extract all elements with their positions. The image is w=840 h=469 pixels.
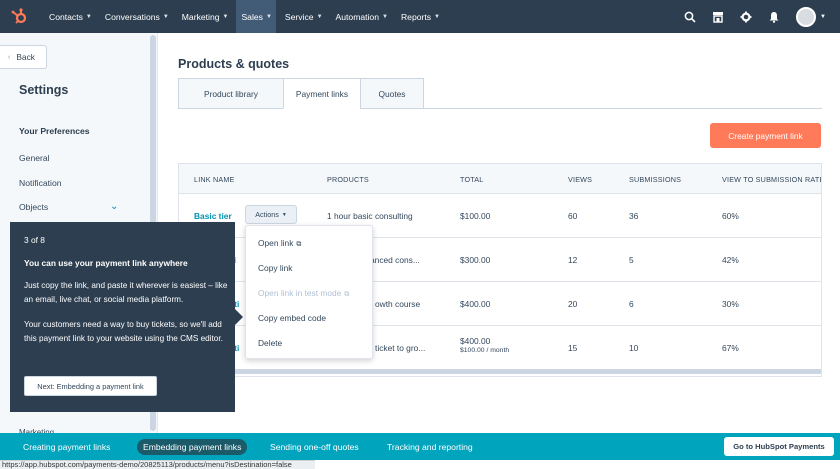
nav-right-tools: ▼ bbox=[676, 0, 840, 33]
recurring-total: $100.00 / month bbox=[460, 347, 510, 354]
nav-contacts[interactable]: Contacts ▼ bbox=[44, 0, 96, 33]
chevron-left-icon: ‹ bbox=[8, 53, 11, 61]
actions-dropdown-menu: Open link ⧉ Copy link Open link in test m… bbox=[245, 225, 373, 359]
sidebar-item-objects[interactable]: Objects bbox=[19, 202, 48, 212]
tab-product-library[interactable]: Product library bbox=[178, 78, 284, 109]
sidebar-title: Settings bbox=[19, 83, 69, 97]
submissions-cell: 10 bbox=[629, 343, 639, 353]
rate-cell: 60% bbox=[722, 211, 739, 221]
search-icon[interactable] bbox=[676, 0, 704, 33]
tooltip-title: You can use your payment link anywhere bbox=[24, 258, 188, 268]
chevron-down-icon: ▼ bbox=[85, 13, 92, 20]
menu-item-copy-link[interactable]: Copy link bbox=[258, 263, 292, 273]
submissions-cell: 6 bbox=[629, 299, 634, 309]
sidebar-section-title: Your Preferences bbox=[19, 126, 90, 136]
menu-item-delete[interactable]: Delete bbox=[258, 338, 282, 348]
tooltip-paragraph: Your customers need a way to buy tickets… bbox=[24, 320, 223, 343]
table-header: LINK NAME PRODUCTS TOTAL VIEWS SUBMISSIO… bbox=[179, 164, 821, 194]
chevron-down-icon[interactable]: ▼ bbox=[820, 14, 826, 20]
external-link-icon: ⧉ bbox=[296, 241, 302, 248]
nav-reports[interactable]: Reports ▼ bbox=[396, 0, 444, 33]
top-navigation: Contacts ▼ Conversations ▼ Marketing ▼ Sale… bbox=[0, 0, 840, 33]
total-cell: $100.00 bbox=[460, 211, 491, 221]
walkthrough-step-sending[interactable]: Sending one-off quotes bbox=[270, 433, 359, 460]
create-payment-link-button[interactable]: Create payment link bbox=[710, 123, 821, 148]
nav-marketing[interactable]: Marketing ▼ bbox=[177, 0, 233, 33]
menu-item-copy-embed-code[interactable]: Copy embed code bbox=[258, 313, 326, 323]
page-title: Products & quotes bbox=[178, 57, 290, 71]
chevron-down-icon: ▼ bbox=[222, 13, 229, 20]
views-cell: 15 bbox=[568, 343, 578, 353]
walkthrough-bar: Creating payment links Embedding payment… bbox=[0, 433, 840, 460]
products-cell: 1 hour basic consulting bbox=[327, 211, 413, 221]
column-header-view-to-submission-rate[interactable]: VIEW TO SUBMISSION RATE bbox=[722, 175, 821, 184]
chevron-down-icon: ▼ bbox=[382, 13, 388, 20]
column-header-link-name[interactable]: LINK NAME bbox=[194, 175, 235, 184]
marketplace-icon[interactable] bbox=[704, 0, 732, 33]
hubspot-logo-icon[interactable] bbox=[8, 6, 30, 28]
rate-cell: 42% bbox=[722, 255, 739, 265]
products-cell: ticket to gro... bbox=[375, 343, 426, 353]
submissions-cell: 5 bbox=[629, 255, 634, 265]
notifications-bell-icon[interactable] bbox=[760, 0, 788, 33]
tooltip-next-button[interactable]: Next: Embedding a payment link bbox=[24, 376, 157, 396]
tab-quotes[interactable]: Quotes bbox=[360, 78, 424, 109]
nav-conversations[interactable]: Conversations ▼ bbox=[100, 0, 173, 33]
chevron-down-icon[interactable]: ⌄ bbox=[110, 201, 118, 212]
chevron-down-icon: ▼ bbox=[434, 13, 440, 20]
external-link-icon: ⧉ bbox=[344, 291, 350, 298]
menu-item-open-link-test-mode: Open link in test mode ⧉ bbox=[258, 288, 350, 298]
products-cell: anced cons... bbox=[370, 255, 420, 265]
walkthrough-step-creating[interactable]: Creating payment links bbox=[23, 433, 110, 460]
column-header-products[interactable]: PRODUCTS bbox=[327, 175, 369, 184]
tooltip-paragraph: Just copy the link, and paste it whereve… bbox=[24, 281, 228, 304]
user-avatar[interactable] bbox=[796, 6, 817, 27]
sidebar-item-notification[interactable]: Notification bbox=[19, 178, 62, 188]
tab-payment-links[interactable]: Payment links bbox=[283, 78, 361, 109]
settings-gear-icon[interactable] bbox=[732, 0, 760, 33]
total-cell: $300.00 bbox=[460, 255, 491, 265]
column-header-views[interactable]: VIEWS bbox=[568, 175, 592, 184]
rate-cell: 30% bbox=[722, 299, 739, 309]
products-cell: owth course bbox=[375, 299, 421, 309]
actions-dropdown-button[interactable]: Actions ▼ bbox=[245, 205, 297, 224]
onboarding-tooltip: 3 of 8 You can use your payment link any… bbox=[10, 222, 235, 412]
menu-item-open-link[interactable]: Open link ⧉ bbox=[258, 238, 301, 249]
nav-automation[interactable]: Automation ▼ bbox=[331, 0, 392, 33]
table-horizontal-scrollbar[interactable] bbox=[180, 369, 821, 374]
sidebar-item-general[interactable]: General bbox=[19, 153, 50, 163]
total-cell: $400.00 $100.00 / month bbox=[460, 336, 510, 354]
total-cell: $400.00 bbox=[460, 299, 491, 309]
chevron-down-icon: ▼ bbox=[162, 13, 169, 20]
back-button[interactable]: ‹ Back bbox=[0, 45, 47, 69]
tab-bar: Product library Payment links Quotes bbox=[178, 78, 424, 109]
browser-status-url: https://app.hubspot.com/payments-demo/20… bbox=[0, 460, 315, 469]
views-cell: 12 bbox=[568, 255, 578, 265]
walkthrough-step-embedding[interactable]: Embedding payment links bbox=[137, 439, 248, 455]
go-to-payments-button[interactable]: Go to HubSpot Payments bbox=[724, 437, 834, 456]
link-name[interactable]: Basic tier bbox=[194, 211, 232, 221]
tooltip-step-count: 3 of 8 bbox=[24, 235, 45, 245]
chevron-down-icon: ▼ bbox=[265, 13, 272, 20]
chevron-down-icon: ▼ bbox=[281, 211, 287, 218]
views-cell: 60 bbox=[568, 211, 578, 221]
rate-cell: 67% bbox=[722, 343, 739, 353]
tab-divider bbox=[424, 108, 822, 109]
column-header-submissions[interactable]: SUBMISSIONS bbox=[629, 175, 681, 184]
nav-service[interactable]: Service ▼ bbox=[280, 0, 327, 33]
nav-sales[interactable]: Sales ▼ bbox=[236, 0, 276, 33]
views-cell: 20 bbox=[568, 299, 578, 309]
submissions-cell: 36 bbox=[629, 211, 639, 221]
tooltip-arrow bbox=[235, 309, 243, 325]
column-header-total[interactable]: TOTAL bbox=[460, 175, 484, 184]
walkthrough-step-tracking[interactable]: Tracking and reporting bbox=[387, 433, 473, 460]
chevron-down-icon: ▼ bbox=[316, 13, 323, 20]
